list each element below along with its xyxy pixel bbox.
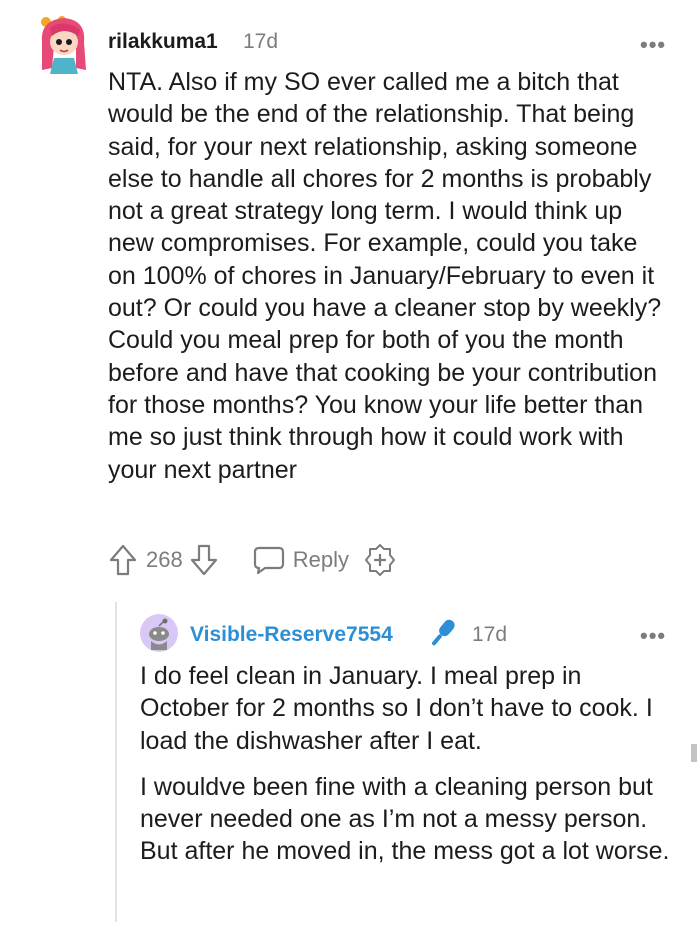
thread-line[interactable]: [115, 602, 117, 922]
comment-username[interactable]: rilakkuma1: [108, 30, 218, 54]
comment-actions: 268 Reply: [108, 540, 397, 580]
comment-body: NTA. Also if my SO ever called me a bitc…: [108, 68, 662, 484]
avatar-image: [41, 16, 86, 74]
reply-button[interactable]: Reply: [253, 545, 349, 575]
vote-count: 268: [146, 547, 183, 572]
avatar[interactable]: [36, 12, 92, 74]
arrow-up-icon[interactable]: [108, 543, 138, 577]
more-dots-icon[interactable]: •••: [640, 625, 666, 647]
reply-avatar[interactable]: [140, 614, 178, 652]
scrollbar-thumb[interactable]: [691, 744, 697, 762]
reply-label: Reply: [292, 547, 349, 572]
reply-paragraph: I wouldve been fine with a cleaning pers…: [140, 772, 670, 866]
reply-paragraph: I do feel clean in January. I meal prep …: [140, 662, 653, 755]
speech-bubble-icon: [253, 546, 284, 575]
more-dots-icon[interactable]: •••: [640, 34, 666, 56]
arrow-down-icon[interactable]: [189, 543, 219, 577]
microphone-icon: [425, 615, 459, 656]
comment-age: 17d: [243, 30, 279, 53]
reply-age: 17d: [472, 623, 508, 646]
reply-body: I do feel clean in January. I meal prep …: [140, 660, 670, 882]
reply-username[interactable]: Visible-Reserve7554: [190, 623, 393, 647]
snoo-avatar-icon: [140, 614, 178, 652]
award-plus-icon[interactable]: [363, 543, 397, 577]
